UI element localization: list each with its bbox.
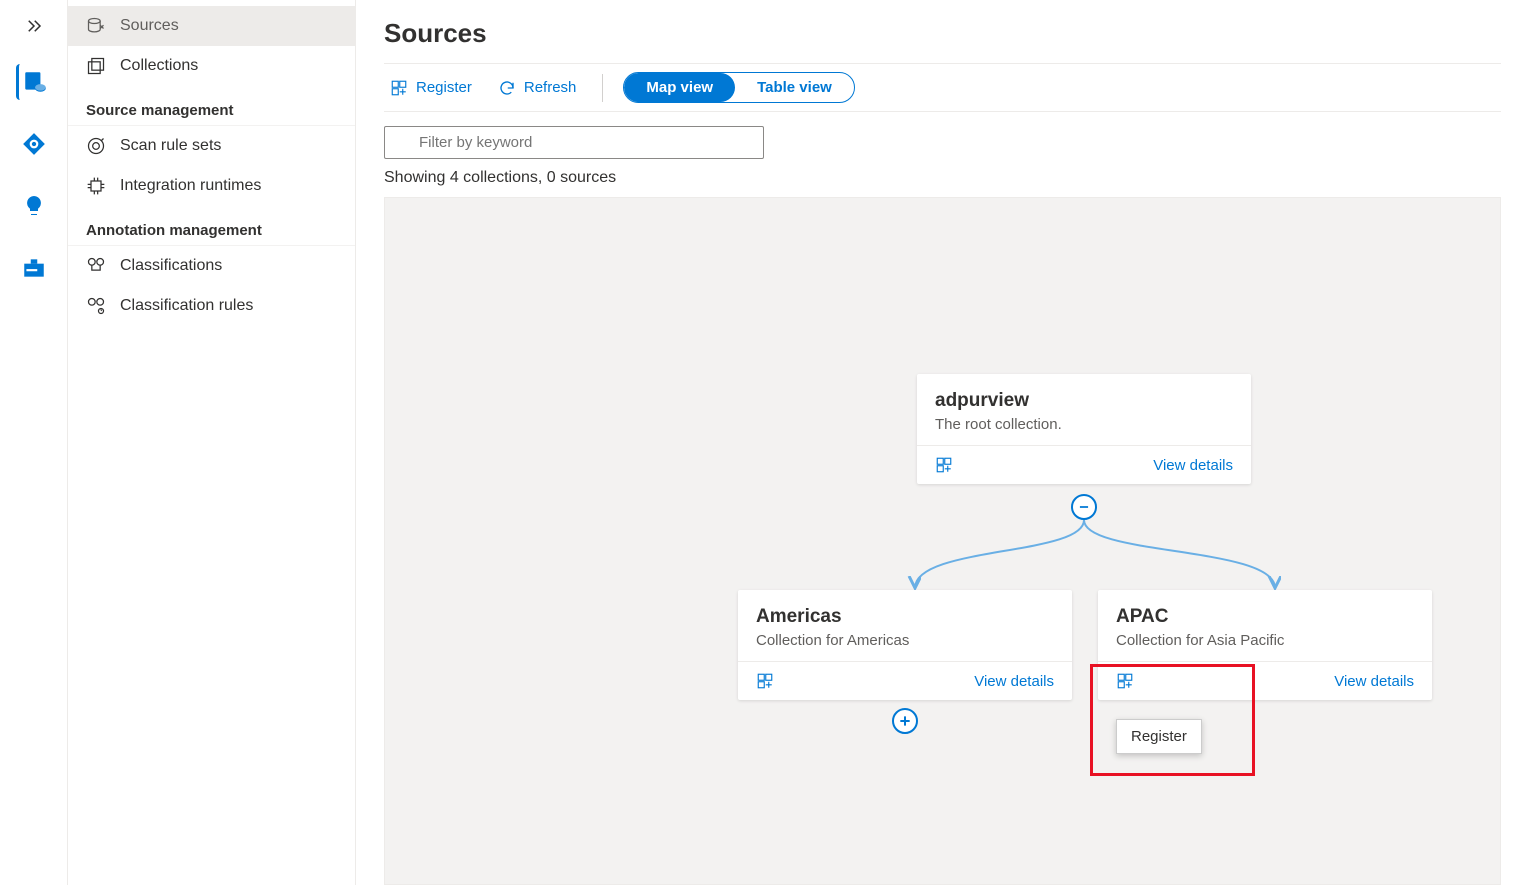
view-toggle: Map view Table view	[623, 72, 854, 103]
results-summary: Showing 4 collections, 0 sources	[384, 169, 1501, 197]
register-button[interactable]: Register	[384, 75, 478, 101]
register-label: Register	[416, 79, 472, 96]
toolbar: Register Refresh Map view Table view	[384, 63, 1501, 112]
register-icon	[390, 79, 408, 97]
view-details-link[interactable]: View details	[1334, 673, 1414, 690]
card-title: APAC	[1116, 606, 1414, 628]
nav-scan-rule-sets[interactable]: Scan rule sets	[68, 126, 355, 166]
nav-section-annotation-mgmt: Annotation management	[68, 212, 355, 246]
page-title: Sources	[384, 18, 1501, 49]
runtime-icon	[86, 176, 106, 196]
nav-integration-runtimes[interactable]: Integration runtimes	[68, 166, 355, 206]
refresh-label: Refresh	[524, 79, 577, 96]
rail-management-icon[interactable]	[16, 250, 52, 286]
nav-collections[interactable]: Collections	[68, 46, 355, 86]
nav-sources[interactable]: Sources	[68, 6, 355, 46]
main-content: Sources Register Refresh Map view Table …	[356, 0, 1529, 885]
nav-classifications-label: Classifications	[120, 257, 222, 275]
rail-data-catalog-icon[interactable]	[16, 126, 52, 162]
card-desc: Collection for Americas	[756, 632, 1054, 649]
nav-collections-label: Collections	[120, 57, 198, 75]
nav-scan-rule-sets-label: Scan rule sets	[120, 137, 221, 155]
refresh-icon	[498, 79, 516, 97]
table-view-toggle[interactable]: Table view	[735, 73, 854, 102]
card-title: adpurview	[935, 390, 1233, 412]
collection-card-americas[interactable]: Americas Collection for Americas View de…	[738, 590, 1072, 700]
side-navigation: Sources Collections Source management Sc…	[68, 0, 356, 885]
rail-insights-icon[interactable]	[16, 188, 52, 224]
expand-nav-button[interactable]	[22, 14, 46, 38]
map-canvas[interactable]: adpurview The root collection. View deta…	[384, 197, 1501, 885]
toolbar-separator	[602, 74, 603, 102]
nav-section-source-mgmt: Source management	[68, 92, 355, 126]
rail-data-map-icon[interactable]	[16, 64, 52, 100]
add-child-button[interactable]	[892, 708, 918, 734]
card-title: Americas	[756, 606, 1054, 628]
register-source-icon[interactable]	[756, 672, 774, 690]
source-icon	[86, 16, 106, 36]
filter-input[interactable]	[384, 126, 764, 159]
icon-rail	[0, 0, 68, 885]
collection-card-root[interactable]: adpurview The root collection. View deta…	[917, 374, 1251, 484]
target-icon	[86, 136, 106, 156]
card-desc: Collection for Asia Pacific	[1116, 632, 1414, 649]
collections-icon	[86, 56, 106, 76]
classification-rules-icon	[86, 296, 106, 316]
nav-classification-rules-label: Classification rules	[120, 297, 253, 315]
filter-row	[384, 112, 1501, 169]
refresh-button[interactable]: Refresh	[492, 75, 583, 101]
tree-connector	[735, 506, 1435, 596]
card-desc: The root collection.	[935, 416, 1233, 433]
view-details-link[interactable]: View details	[974, 673, 1054, 690]
classification-icon	[86, 256, 106, 276]
nav-integration-runtimes-label: Integration runtimes	[120, 177, 261, 195]
register-source-icon[interactable]	[935, 456, 953, 474]
nav-sources-label: Sources	[120, 17, 179, 35]
chevron-right-double-icon	[25, 17, 43, 35]
nav-classification-rules[interactable]: Classification rules	[68, 286, 355, 326]
view-details-link[interactable]: View details	[1153, 457, 1233, 474]
register-tooltip: Register	[1116, 719, 1202, 754]
nav-classifications[interactable]: Classifications	[68, 246, 355, 286]
map-view-toggle[interactable]: Map view	[624, 73, 735, 102]
